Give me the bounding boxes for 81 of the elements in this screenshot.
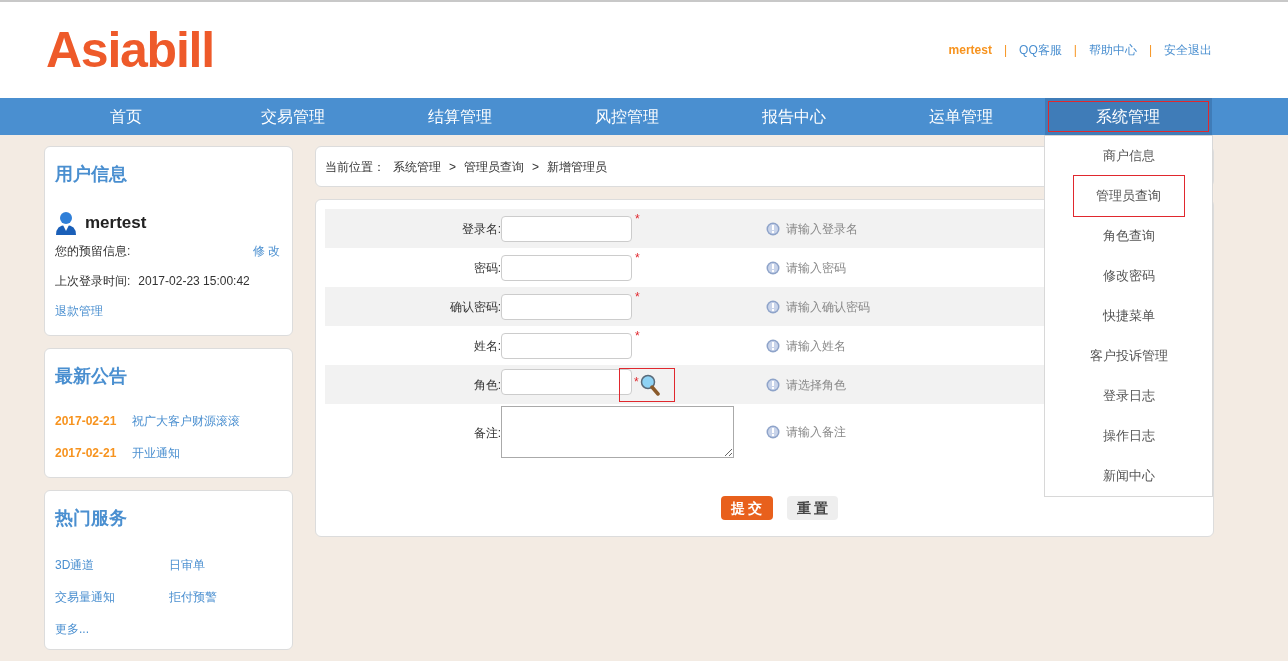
menu-item[interactable]: 角色查询 <box>1045 216 1212 256</box>
info-icon <box>766 260 780 275</box>
separator: | <box>1073 42 1077 59</box>
separator: | <box>1148 42 1152 59</box>
header-link[interactable]: QQ客服 <box>1019 41 1062 59</box>
field-label: 密码: <box>472 259 501 277</box>
remarks-field[interactable] <box>501 406 734 458</box>
info-icon <box>766 338 780 353</box>
menu-item[interactable]: 操作日志 <box>1045 416 1212 456</box>
field-label: 确认密码: <box>448 298 501 316</box>
service-link[interactable]: 交易量通知 <box>55 588 169 606</box>
nav-tab[interactable]: 报告中心 <box>710 98 878 135</box>
reset-button[interactable]: 重 置 <box>786 496 839 520</box>
breadcrumb-label: 当前位置： <box>325 158 385 176</box>
menu-item[interactable]: 登录日志 <box>1045 376 1212 416</box>
nav-tab[interactable]: 系统管理 <box>1044 98 1212 135</box>
panel-title: 用户信息 <box>55 163 128 186</box>
field-label: 登录名: <box>460 220 501 238</box>
info-icon <box>766 377 780 392</box>
menu-item[interactable]: 商户信息 <box>1045 136 1212 176</box>
menu-item[interactable]: 快捷菜单 <box>1045 296 1212 336</box>
input-field[interactable] <box>501 332 632 359</box>
breadcrumb-link[interactable]: 管理员查询 <box>464 157 524 176</box>
nav-tab[interactable]: 风控管理 <box>543 98 711 135</box>
refund-link[interactable]: 退款管理 <box>55 301 282 320</box>
field-label: 角色: <box>472 376 501 394</box>
input-field[interactable] <box>501 293 632 320</box>
edit-link[interactable]: 修 改 <box>252 241 280 260</box>
menu-item[interactable]: 管理员查询 <box>1073 176 1184 216</box>
notice-date: 2017-02-21 <box>55 445 117 462</box>
nav-tab[interactable]: 首页 <box>42 98 210 135</box>
notice-link[interactable]: 开业通知 <box>132 444 181 462</box>
field-label: 姓名: <box>472 337 501 355</box>
required-mark: * <box>634 373 639 391</box>
info-icon <box>766 221 780 236</box>
panel-title: 热门服务 <box>55 507 128 530</box>
separator: | <box>1003 42 1008 59</box>
username: mertest <box>85 212 147 234</box>
notice-date: 2017-02-21 <box>55 413 117 430</box>
menu-item[interactable]: 新闻中心 <box>1045 456 1212 496</box>
breadcrumb-link[interactable]: 新增管理员 <box>547 157 608 176</box>
field-hint: 请输入确认密码 <box>786 298 870 316</box>
field-hint: 请选择角色 <box>786 376 846 394</box>
nav-tab[interactable]: 运单管理 <box>877 98 1045 135</box>
input-field[interactable] <box>501 215 632 242</box>
notice-link[interactable]: 祝广大客户财源滚滚 <box>132 412 241 430</box>
service-link[interactable]: 3D通道 <box>55 556 169 574</box>
field-hint: 请输入密码 <box>786 259 846 277</box>
required-mark: * <box>635 288 640 306</box>
panel-title: 最新公告 <box>55 365 128 388</box>
menu-item[interactable]: 客户投诉管理 <box>1045 336 1212 376</box>
field-hint: 请输入备注 <box>786 424 846 441</box>
breadcrumb-separator: > <box>449 158 456 176</box>
service-link[interactable]: 拒付预警 <box>168 588 282 606</box>
reserved-info-label: 您的预留信息: <box>55 242 131 260</box>
header-link[interactable]: 帮助中心 <box>1088 41 1137 59</box>
required-mark: * <box>635 327 640 345</box>
service-link[interactable]: 更多... <box>55 620 169 638</box>
breadcrumb-link[interactable]: 系统管理 <box>393 157 441 176</box>
required-mark: * <box>635 249 640 267</box>
info-icon <box>766 299 780 314</box>
nav-tab[interactable]: 结算管理 <box>376 98 544 135</box>
logo[interactable]: Asiabill <box>46 25 214 75</box>
username-link[interactable]: mertest <box>948 41 992 59</box>
service-link[interactable]: 日审单 <box>168 556 282 574</box>
last-login-label: 上次登录时间: <box>55 272 131 290</box>
input-field[interactable] <box>501 368 632 395</box>
user-icon <box>55 210 77 235</box>
breadcrumb-separator: > <box>532 158 540 176</box>
field-hint: 请输入姓名 <box>786 337 846 355</box>
menu-item[interactable]: 修改密码 <box>1045 256 1212 296</box>
field-hint: 请输入登录名 <box>786 220 858 238</box>
submit-button[interactable]: 提 交 <box>720 496 773 520</box>
field-label: 备注: <box>472 425 501 442</box>
last-login-time: 2017-02-23 15:00:42 <box>138 272 250 290</box>
info-icon <box>766 425 780 439</box>
header-link[interactable]: 安全退出 <box>1164 41 1212 59</box>
required-mark: * <box>635 210 640 228</box>
search-icon[interactable] <box>639 373 660 396</box>
nav-tab[interactable]: 交易管理 <box>209 98 377 135</box>
input-field[interactable] <box>501 254 632 281</box>
